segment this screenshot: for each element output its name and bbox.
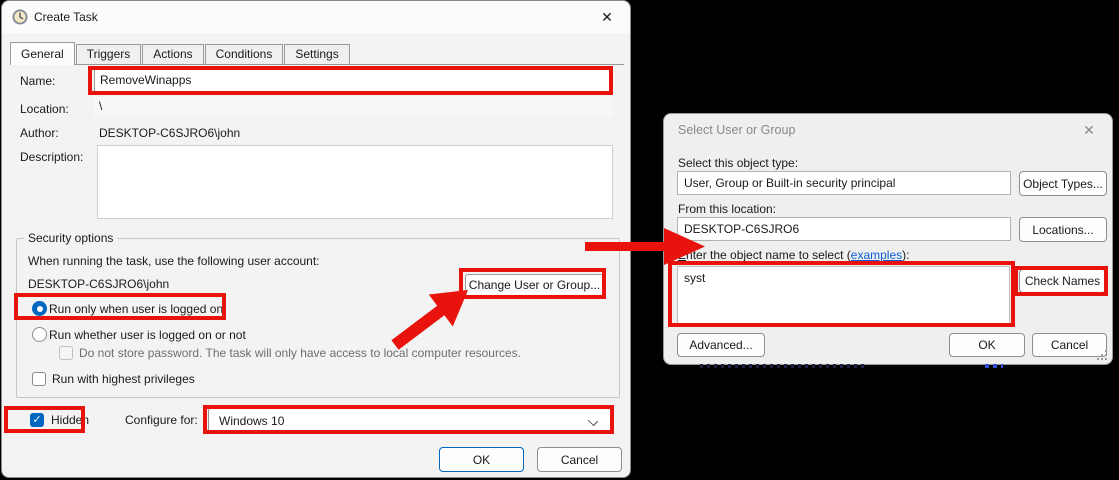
dialog-title: Create Task — [34, 10, 98, 24]
cancel-button[interactable]: Cancel — [1032, 333, 1107, 357]
ok-button[interactable]: OK — [949, 333, 1025, 357]
resize-grip[interactable] — [1097, 350, 1107, 360]
select-user-or-group-dialog: Select User or Group ✕ Select this objec… — [663, 113, 1113, 365]
create-task-titlebar: Create Task ✕ — [2, 1, 630, 33]
name-label: Name: — [20, 74, 55, 88]
tab-settings[interactable]: Settings — [284, 44, 349, 64]
radio-run-whether-logged-on[interactable] — [32, 327, 47, 342]
author-value: DESKTOP-C6SJRO6\john — [99, 126, 240, 140]
location-label: Location: — [20, 102, 69, 116]
object-type-label: Select this object type: — [678, 156, 798, 170]
advanced-button[interactable]: Advanced... — [677, 333, 765, 357]
ok-button[interactable]: OK — [439, 447, 524, 472]
tab-general[interactable]: General — [10, 42, 75, 65]
security-options-legend: Security options — [24, 231, 117, 245]
from-location-label: From this location: — [678, 202, 776, 216]
object-names-textarea[interactable]: syst — [677, 266, 1010, 324]
checkbox-no-password — [59, 346, 73, 360]
clipped-background-text — [700, 364, 865, 368]
enter-object-name-close: ): — [902, 248, 909, 262]
examples-link[interactable]: examples — [851, 248, 902, 262]
checkbox-highest-privileges-label[interactable]: Run with highest privileges — [52, 372, 195, 386]
tab-strip: General Triggers Actions Conditions Sett… — [10, 42, 624, 65]
enter-object-name-label: Enter the object name to select (example… — [678, 248, 909, 262]
description-textarea[interactable] — [97, 145, 613, 219]
configure-for-dropdown[interactable]: Windows 10 — [208, 407, 614, 434]
select-user-titlebar: Select User or Group ✕ — [664, 114, 1112, 146]
check-names-button[interactable]: Check Names — [1019, 269, 1106, 293]
radio-run-whether-logged-on-label[interactable]: Run whether user is logged on or not — [49, 328, 246, 342]
dialog-title: Select User or Group — [678, 123, 795, 137]
clipped-background-link — [985, 364, 1003, 368]
screen: Create Task ✕ General Triggers Actions C… — [0, 0, 1119, 480]
task-scheduler-clock-icon — [12, 9, 28, 28]
radio-run-only-logged-on[interactable] — [32, 301, 47, 316]
name-input[interactable]: RemoveWinapps — [94, 69, 612, 93]
change-user-button[interactable]: Change User or Group... — [465, 274, 604, 296]
account-value: DESKTOP-C6SJRO6\john — [28, 277, 169, 291]
description-label: Description: — [20, 150, 83, 164]
access-key: E — [678, 248, 686, 262]
account-hint: When running the task, use the following… — [28, 254, 320, 268]
enter-object-name-text: nter the object name to select ( — [686, 248, 851, 262]
close-icon[interactable]: ✕ — [596, 7, 618, 27]
object-types-button[interactable]: Object Types... — [1019, 171, 1107, 196]
checkbox-hidden-label[interactable]: Hidden — [51, 413, 89, 427]
checkbox-hidden[interactable]: ✓ — [30, 413, 44, 427]
author-label: Author: — [20, 126, 59, 140]
create-task-dialog: Create Task ✕ General Triggers Actions C… — [1, 0, 631, 478]
chevron-down-icon — [588, 416, 598, 426]
location-value: \ — [94, 97, 612, 117]
locations-button[interactable]: Locations... — [1019, 217, 1107, 242]
tab-actions[interactable]: Actions — [142, 44, 203, 64]
checkbox-highest-privileges[interactable] — [32, 372, 46, 386]
tab-triggers[interactable]: Triggers — [76, 44, 142, 64]
cancel-button[interactable]: Cancel — [537, 447, 622, 472]
from-location-field: DESKTOP-C6SJRO6 — [677, 217, 1011, 241]
tab-conditions[interactable]: Conditions — [205, 44, 284, 64]
radio-run-only-logged-on-label[interactable]: Run only when user is logged on — [49, 302, 223, 316]
close-icon[interactable]: ✕ — [1078, 120, 1100, 140]
object-type-field: User, Group or Built-in security princip… — [677, 171, 1011, 195]
configure-for-label: Configure for: — [125, 413, 198, 427]
checkbox-no-password-label: Do not store password. The task will onl… — [79, 346, 521, 360]
configure-for-value: Windows 10 — [219, 414, 284, 428]
